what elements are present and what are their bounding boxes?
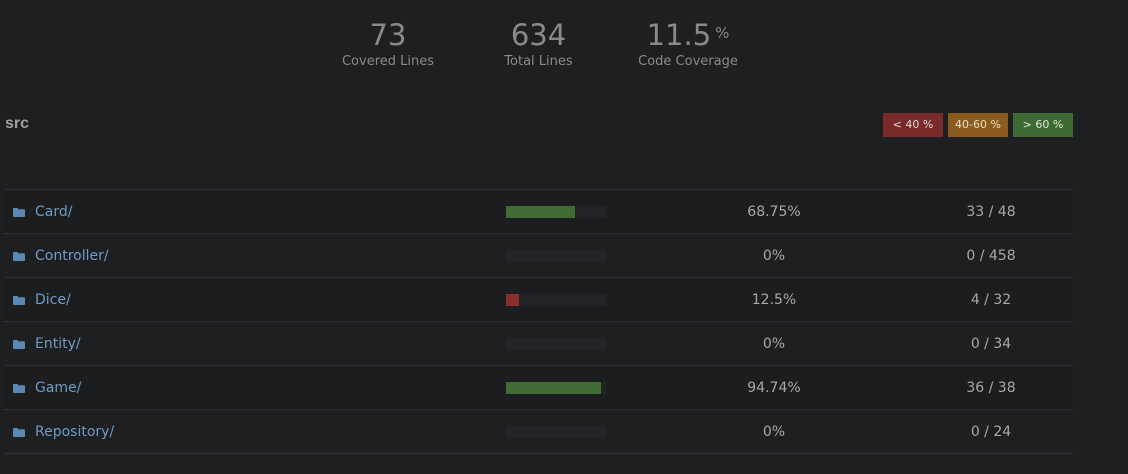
legend-low: < 40 % — [883, 113, 943, 137]
folder-icon — [13, 252, 25, 261]
coverage-percent: 0% — [762, 247, 786, 264]
code-coverage-value-wrap: 11.5% — [631, 18, 745, 52]
coverage-percent: 12.5% — [751, 291, 797, 308]
coverage-percent: 0% — [762, 335, 786, 352]
coverage-bar — [506, 425, 606, 438]
folder-icon — [13, 384, 25, 393]
coverage-bar — [506, 381, 606, 394]
directory-link[interactable]: Controller/ — [35, 248, 109, 264]
covered-total-lines: 0 / 34 — [970, 335, 1012, 352]
table-row: Repository/0% 0 / 24 — [4, 410, 1073, 454]
covered-total-lines: 0 / 458 — [966, 247, 1016, 264]
covered-lines-stat: 73 Covered Lines — [330, 18, 446, 69]
coverage-bar-fill — [506, 293, 519, 306]
folder-icon — [13, 208, 25, 217]
directory-link[interactable]: Card/ — [35, 204, 72, 220]
section-title: src — [5, 115, 30, 132]
directory-link[interactable]: Game/ — [35, 380, 81, 396]
coverage-legend: < 40 % 40-60 % > 60 % — [883, 113, 1073, 137]
coverage-bar-fill — [506, 205, 575, 218]
coverage-percent: 94.74% — [747, 379, 801, 396]
code-coverage-unit: % — [715, 24, 730, 42]
code-coverage-stat: 11.5% Code Coverage — [631, 18, 745, 69]
coverage-bar — [506, 293, 606, 306]
folder-icon — [13, 296, 25, 305]
covered-total-lines: 0 / 24 — [970, 423, 1012, 440]
legend-mid: 40-60 % — [948, 113, 1008, 137]
coverage-bar — [506, 249, 606, 262]
table-row: Card/68.75% 33 / 48 — [4, 190, 1073, 234]
legend-high: > 60 % — [1013, 113, 1073, 137]
covered-lines-value: 73 — [369, 18, 407, 52]
table-row: Game/94.74% 36 / 38 — [4, 366, 1073, 410]
directory-link[interactable]: Dice/ — [35, 292, 71, 308]
coverage-bar — [506, 337, 606, 350]
code-coverage-label: Code Coverage — [638, 54, 738, 69]
total-lines-stat: 634 Total Lines — [446, 18, 631, 69]
directory-link[interactable]: Entity/ — [35, 336, 81, 352]
coverage-summary: 73 Covered Lines 634 Total Lines 11.5% C… — [330, 18, 745, 69]
coverage-percent: 68.75% — [747, 203, 801, 220]
coverage-report: 73 Covered Lines 634 Total Lines 11.5% C… — [0, 0, 1128, 474]
code-coverage-value: 11.5 — [646, 18, 712, 52]
directory-table: Card/68.75% 33 / 48 Controller/0% 0 / 458 Di… — [4, 189, 1073, 454]
directory-link[interactable]: Repository/ — [35, 424, 114, 440]
total-lines-value: 634 — [510, 18, 567, 52]
coverage-bar — [506, 205, 606, 218]
covered-total-lines: 4 / 32 — [970, 291, 1012, 308]
folder-icon — [13, 340, 25, 349]
coverage-percent: 0% — [762, 423, 786, 440]
table-row: Controller/0% 0 / 458 — [4, 234, 1073, 278]
table-row: Dice/12.5% 4 / 32 — [4, 278, 1073, 322]
table-row: Entity/0% 0 / 34 — [4, 322, 1073, 366]
total-lines-label: Total Lines — [504, 54, 573, 69]
covered-lines-label: Covered Lines — [341, 54, 435, 69]
coverage-bar-fill — [506, 381, 601, 394]
covered-total-lines: 33 / 48 — [966, 203, 1016, 220]
covered-total-lines: 36 / 38 — [966, 379, 1016, 396]
folder-icon — [13, 428, 25, 437]
